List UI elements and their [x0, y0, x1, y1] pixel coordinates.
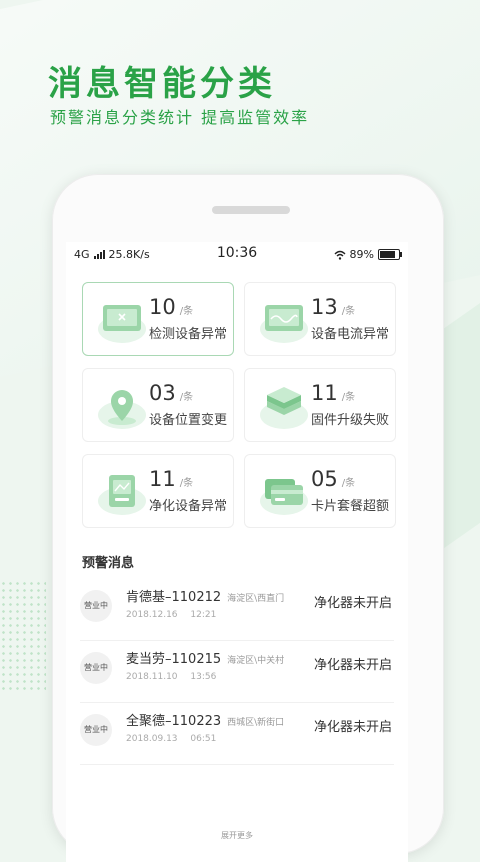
- status-bar: 4G 25.8K/s 10:36 89%: [66, 242, 408, 266]
- category-count: 13: [311, 295, 338, 319]
- category-unit: /条: [341, 392, 356, 403]
- category-unit: /条: [179, 306, 194, 317]
- category-unit: /条: [341, 306, 356, 317]
- category-count: 05: [311, 467, 338, 491]
- battery-percent: 89%: [349, 248, 374, 261]
- alert-date: 2018.12.16: [126, 610, 178, 620]
- hero-subtitle: 预警消息分类统计 提高监管效率: [50, 108, 310, 127]
- purifier-icon: [98, 475, 146, 515]
- category-card-current[interactable]: 13/条 设备电流异常: [244, 282, 396, 356]
- status-badge: 营业中: [80, 714, 112, 746]
- category-label: 设备位置变更: [149, 413, 228, 428]
- location-pin-icon: [98, 390, 146, 429]
- alert-date: 2018.09.13: [126, 734, 178, 744]
- store-name: 全聚德–110223: [126, 714, 222, 729]
- category-label: 设备电流异常: [311, 327, 390, 342]
- alert-status: 净化器未开启: [313, 596, 392, 611]
- phone-frame: 4G 25.8K/s 10:36 89% 10 /条 检测设备异常 13 /条 …: [52, 174, 444, 862]
- alert-status: 净化器未开启: [313, 658, 392, 673]
- decorative-dots: [0, 580, 46, 690]
- category-count: 03: [149, 381, 176, 405]
- category-card-sim[interactable]: 05/条 卡片套餐超额: [244, 454, 396, 528]
- alert-row[interactable]: 营业中 麦当劳–110215 海淀区\中关村 2018.11.10 13:56 净…: [80, 640, 394, 703]
- category-card-location[interactable]: 03/条 设备位置变更: [82, 368, 234, 442]
- phone-screen: 4G 25.8K/s 10:36 89% 10 /条 检测设备异常 13 /条 …: [66, 242, 408, 862]
- alert-time: 13:56: [190, 672, 217, 682]
- category-card-firmware[interactable]: 11/条 固件升级失败: [244, 368, 396, 442]
- category-unit: /条: [179, 478, 194, 489]
- monitor-wave-icon: [260, 305, 308, 343]
- store-area: 西城区\新街口: [227, 718, 285, 728]
- category-label: 净化设备异常: [149, 499, 228, 514]
- store-area: 海淀区\中关村: [227, 656, 285, 666]
- battery-icon: [378, 249, 402, 260]
- alert-row[interactable]: 营业中 全聚德–110223 西城区\新街口 2018.09.13 06:51 净…: [80, 702, 394, 765]
- status-badge: 营业中: [80, 590, 112, 622]
- category-unit: /条: [179, 392, 194, 403]
- category-count: 11: [149, 467, 176, 491]
- alert-status: 净化器未开启: [313, 720, 392, 735]
- store-area: 海淀区\西直门: [227, 594, 285, 604]
- category-card-device-check[interactable]: 10/条 检测设备异常: [82, 282, 234, 356]
- category-count: 10: [149, 295, 176, 319]
- alert-row[interactable]: 营业中 肯德基–110212 海淀区\西直门 2018.12.16 12:21 净…: [80, 578, 394, 641]
- category-label: 固件升级失败: [311, 413, 390, 428]
- alerts-section-title: 预警消息: [82, 556, 135, 571]
- category-unit: /条: [341, 478, 356, 489]
- alert-time: 06:51: [190, 734, 217, 744]
- monitor-x-icon: [98, 305, 146, 343]
- category-label: 检测设备异常: [149, 327, 228, 342]
- category-card-purifier[interactable]: 11/条 净化设备异常: [82, 454, 234, 528]
- alert-date: 2018.11.10: [126, 672, 178, 682]
- phone-speaker: [212, 206, 290, 214]
- store-name: 肯德基–110212: [126, 590, 222, 605]
- cards-icon: [260, 479, 308, 515]
- store-name: 麦当劳–110215: [126, 652, 222, 667]
- category-label: 卡片套餐超额: [311, 499, 390, 514]
- wifi-icon: [334, 250, 346, 260]
- hero-title: 消息智能分类: [48, 64, 276, 104]
- layers-icon: [260, 387, 308, 429]
- show-more-link[interactable]: 展开更多: [66, 830, 408, 841]
- status-badge: 营业中: [80, 652, 112, 684]
- category-count: 11: [311, 381, 338, 405]
- alert-time: 12:21: [190, 610, 217, 620]
